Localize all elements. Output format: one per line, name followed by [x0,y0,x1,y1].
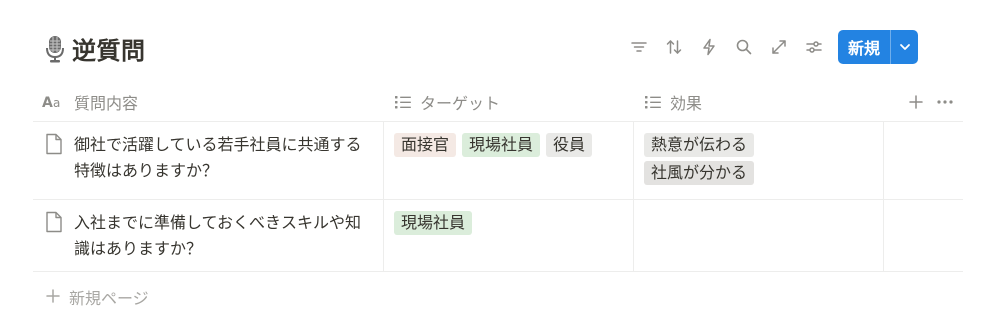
svg-text:A: A [42,95,53,110]
row-title[interactable]: 御社で活躍している若手社員に共通する特徴はありますか？ [74,132,374,184]
effect-cell[interactable] [633,200,883,271]
view-toolbar: 新規 [622,30,918,64]
table-row[interactable]: 入社までに準備しておくべきスキルや知識はありますか？ 現場社員 [33,200,963,272]
tag-genba-shain: 現場社員 [462,133,541,157]
database-table: A a 質問内容 ターゲット 効果 御社で活躍している若手社員に共通する特徴はあ… [33,83,963,272]
target-cell[interactable]: 面接官 現場社員 役員 [383,122,633,199]
table-row[interactable]: 御社で活躍している若手社員に共通する特徴はありますか？ 面接官 現場社員 役員 … [33,122,963,200]
new-page-button[interactable]: 新規ページ [46,285,149,309]
settings-icon[interactable] [797,30,832,64]
page-icon [44,211,66,262]
name-cell[interactable]: 入社までに準備しておくべきスキルや知識はありますか？ [33,200,383,271]
add-property-icon[interactable] [909,95,923,109]
page-title-text: 逆質問 [72,37,146,65]
microphone-icon[interactable] [42,34,68,64]
database-view: 逆質問 新規 A a 質問内容 ターゲット 効果 御社で活躍している若手社員に共… [0,0,990,332]
table-header-row: A a 質問内容 ターゲット 効果 [33,83,963,122]
column-header-effect[interactable]: 効果 [633,83,883,121]
column-header-name[interactable]: A a 質問内容 [33,83,383,121]
column-header-actions [883,83,963,121]
page-title: 逆質問 [42,31,146,66]
column-header-label: ターゲット [420,94,501,113]
row-title[interactable]: 入社までに準備しておくべきスキルや知識はありますか？ [74,210,374,262]
name-cell[interactable]: 御社で活躍している若手社員に共通する特徴はありますか？ [33,122,383,199]
new-page-label: 新規ページ [69,289,149,308]
plus-icon [46,288,60,307]
sort-icon[interactable] [657,30,692,64]
target-cell[interactable]: 現場社員 [383,200,633,271]
tag-mensetsukan: 面接官 [394,133,457,157]
empty-cell[interactable] [883,122,963,199]
svg-text:a: a [53,96,60,110]
column-header-target[interactable]: ターゲット [383,83,633,121]
new-button-group: 新規 [837,30,918,64]
tag-yakuin: 役員 [546,133,593,157]
more-options-icon[interactable] [937,100,953,104]
chevron-down-icon[interactable] [891,30,918,64]
list-property-icon [644,94,662,110]
search-icon[interactable] [727,30,762,64]
column-header-label: 効果 [670,94,703,113]
effect-cell[interactable]: 熱意が伝わる 社風が分かる [633,122,883,199]
page-icon [44,133,66,184]
tag-shafu: 社風が分かる [644,161,755,185]
text-property-icon: A a [42,94,66,110]
automation-icon[interactable] [692,30,727,64]
filter-icon[interactable] [622,30,657,64]
tag-genba-shain: 現場社員 [394,211,473,235]
empty-cell[interactable] [883,200,963,271]
tag-netsui: 熱意が伝わる [644,133,755,157]
new-button[interactable]: 新規 [838,30,890,64]
list-property-icon [394,94,412,110]
column-header-label: 質問内容 [74,94,139,113]
expand-icon[interactable] [762,30,797,64]
